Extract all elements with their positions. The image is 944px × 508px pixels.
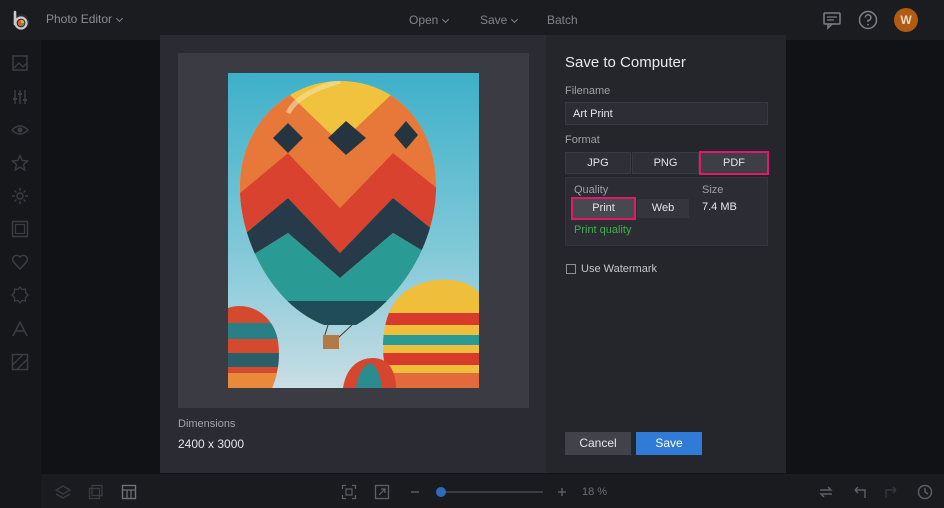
- size-value: 7.4 MB: [702, 201, 737, 213]
- quality-web-button[interactable]: Web: [637, 199, 689, 218]
- quality-label: Quality: [574, 184, 609, 196]
- menu-save[interactable]: Save: [480, 13, 519, 27]
- undo-icon[interactable]: [851, 484, 867, 500]
- menu-batch[interactable]: Batch: [547, 13, 578, 27]
- help-icon[interactable]: [857, 9, 879, 31]
- watermark-label[interactable]: Use Watermark: [581, 263, 657, 275]
- adjust-sliders-icon[interactable]: [11, 88, 29, 106]
- frame-icon[interactable]: [11, 220, 29, 238]
- zoom-level: 18 %: [582, 486, 608, 498]
- menu-batch-label: Batch: [547, 13, 578, 27]
- watermark-checkbox[interactable]: [566, 264, 576, 274]
- chevron-down-icon: [511, 15, 519, 24]
- history-icon[interactable]: [917, 484, 933, 500]
- badge-icon[interactable]: [11, 286, 29, 304]
- save-dialog: Dimensions 2400 x 3000 Save to Computer …: [160, 35, 786, 473]
- effects-icon[interactable]: [11, 187, 29, 205]
- eye-icon[interactable]: [11, 121, 29, 139]
- format-label: Format: [565, 134, 600, 146]
- save-button[interactable]: Save: [636, 432, 702, 455]
- left-tool-rail: [0, 40, 41, 508]
- dimensions-value: 2400 x 3000: [178, 437, 245, 451]
- app-logo[interactable]: [9, 8, 33, 32]
- top-bar: Photo Editor Open Save Batch W: [0, 0, 944, 40]
- star-icon[interactable]: [11, 154, 29, 172]
- quality-note: Print quality: [574, 224, 632, 236]
- user-avatar[interactable]: W: [894, 8, 918, 32]
- balloon-artwork-preview: [228, 73, 479, 388]
- cancel-button[interactable]: Cancel: [565, 432, 631, 455]
- quality-print-button[interactable]: Print: [571, 197, 636, 220]
- preview-panel: Dimensions 2400 x 3000: [160, 35, 546, 473]
- layers-icon[interactable]: [55, 484, 71, 500]
- dimensions-label: Dimensions: [178, 418, 236, 430]
- copy-icon[interactable]: [88, 484, 104, 500]
- zoom-slider-handle[interactable]: [436, 487, 446, 497]
- format-png-button[interactable]: PNG: [632, 152, 699, 174]
- plus-icon[interactable]: [554, 484, 570, 500]
- filename-input[interactable]: [565, 102, 768, 125]
- chevron-down-icon: [442, 15, 450, 24]
- minus-icon[interactable]: [407, 484, 423, 500]
- compare-icon[interactable]: [818, 484, 834, 500]
- size-label: Size: [702, 184, 724, 196]
- filename-label: Filename: [565, 85, 611, 97]
- preview-frame: [178, 53, 529, 408]
- format-pdf-button[interactable]: PDF: [699, 151, 769, 175]
- menu-save-label: Save: [480, 13, 508, 27]
- grid-icon[interactable]: [121, 484, 137, 500]
- texture-icon[interactable]: [11, 353, 29, 371]
- menu-open-label: Open: [409, 13, 439, 27]
- text-icon[interactable]: [11, 320, 29, 338]
- chevron-down-icon: [116, 14, 124, 23]
- redo-icon[interactable]: [884, 484, 900, 500]
- photo-editor-app: Photo Editor Open Save Batch W 18 % Dime…: [0, 0, 944, 508]
- image-icon[interactable]: [11, 54, 29, 72]
- chat-icon[interactable]: [821, 9, 843, 31]
- app-title: Photo Editor: [46, 12, 113, 26]
- zoom-slider-track[interactable]: [441, 491, 543, 493]
- fit-icon[interactable]: [341, 484, 357, 500]
- dialog-title: Save to Computer: [565, 54, 686, 71]
- app-title-menu[interactable]: Photo Editor: [46, 12, 124, 26]
- heart-icon[interactable]: [11, 253, 29, 271]
- menu-open[interactable]: Open: [409, 13, 450, 27]
- expand-icon[interactable]: [374, 484, 390, 500]
- format-jpg-button[interactable]: JPG: [565, 152, 631, 174]
